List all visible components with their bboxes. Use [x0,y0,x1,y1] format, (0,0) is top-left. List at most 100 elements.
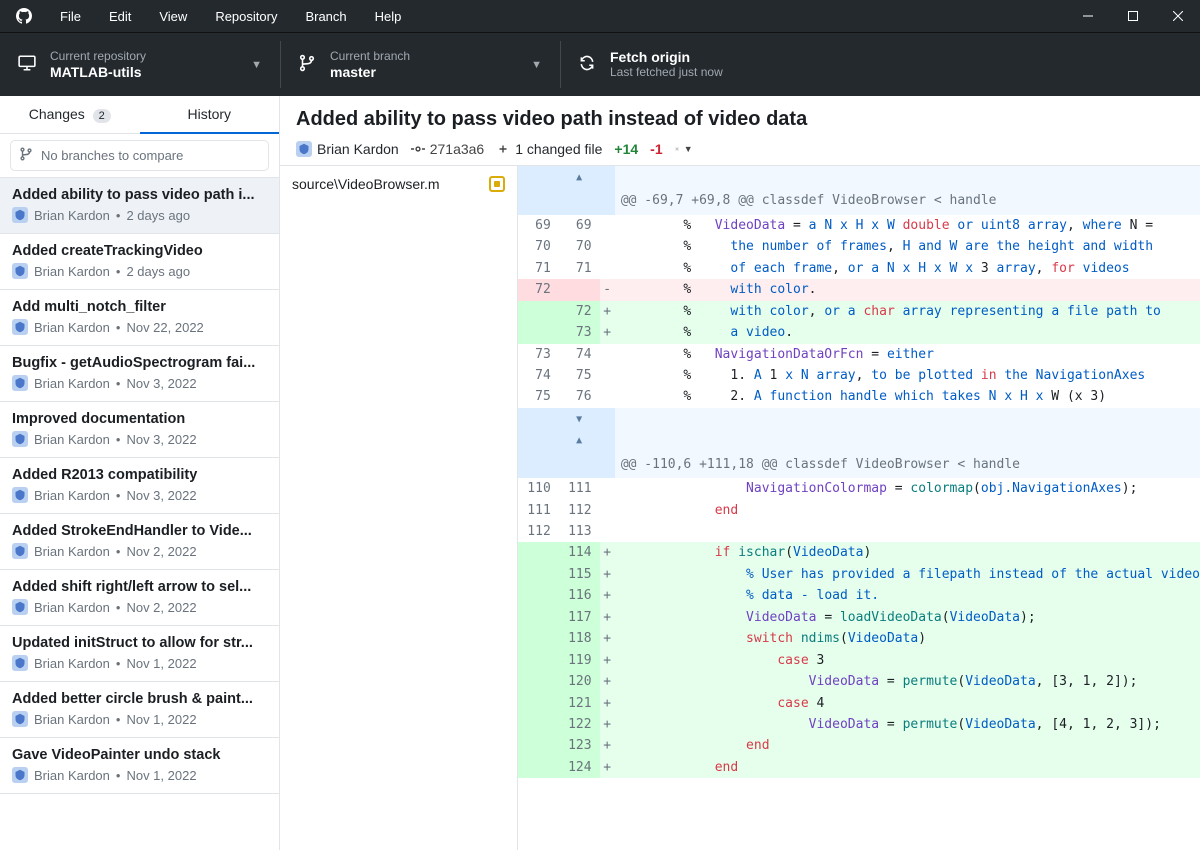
diff-code-line: % of each frame, or a N x H x W x 3 arra… [615,258,1200,279]
old-line-number [518,301,559,322]
commit-list-item[interactable]: Added createTrackingVideoBrian Kardon•2 … [0,234,279,290]
commit-list-item[interactable]: Added R2013 compatibilityBrian Kardon•No… [0,458,279,514]
commit-sha[interactable]: 271a3a6 [411,141,485,157]
commit-item-time: Nov 3, 2022 [126,432,196,447]
new-line-number: 71 [559,258,600,279]
repo-value: MATLAB-utils [50,64,146,80]
new-line-number: 115 [559,564,600,585]
diff-gutter: + [600,628,615,649]
changed-files-text: 1 changed file [515,141,602,157]
modified-icon [489,176,505,192]
maximize-icon[interactable] [1110,0,1155,32]
diff-gutter: + [600,585,615,606]
diff-code-line: % with color, or a char array representi… [615,301,1200,322]
titlebar: File Edit View Repository Branch Help [0,0,1200,32]
commit-item-author: Brian Kardon [34,320,110,335]
diff-gutter: + [600,564,615,585]
diff-settings-button[interactable]: ▼ [675,141,693,157]
tab-history-label: History [187,106,231,122]
diff-code-line: % 2. A function handle which takes N x H… [615,386,1200,407]
file-path: source\VideoBrowser.m [292,176,440,192]
new-line-number: 119 [559,650,600,671]
diff-gutter [600,236,615,257]
diff-gutter: + [600,671,615,692]
old-line-number: 69 [518,215,559,236]
changed-files[interactable]: 1 changed file [496,141,602,157]
commit-author-name: Brian Kardon [317,141,399,157]
menu-repository[interactable]: Repository [203,5,289,28]
changes-count-badge: 2 [93,109,111,123]
avatar [12,319,28,335]
commit-list-item[interactable]: Added shift right/left arrow to sel...Br… [0,570,279,626]
tab-history[interactable]: History [140,96,280,133]
commit-item-title: Added ability to pass video path i... [12,187,267,203]
new-line-number: 121 [559,693,600,714]
old-line-number: 70 [518,236,559,257]
expand-hunk-button[interactable]: ▲ [518,429,1200,450]
diff-gutter: - [600,279,615,300]
new-line-number: 120 [559,671,600,692]
new-line-number: 111 [559,478,600,499]
diff-icon [496,142,510,156]
tab-changes-label: Changes [29,106,85,122]
file-tree-item[interactable]: source\VideoBrowser.m [290,172,507,196]
commit-item-time: Nov 22, 2022 [126,320,203,335]
branch-label: Current branch [330,49,410,65]
sync-icon [578,54,598,75]
commit-list-item[interactable]: Bugfix - getAudioSpectrogram fai...Brian… [0,346,279,402]
new-line-number: 73 [559,322,600,343]
commit-item-author: Brian Kardon [34,432,110,447]
old-line-number: 110 [518,478,559,499]
branch-selector[interactable]: Current branch master ▼ [280,33,560,96]
fetch-origin-button[interactable]: Fetch origin Last fetched just now [560,33,1200,96]
menu-branch[interactable]: Branch [293,5,358,28]
menu-view[interactable]: View [147,5,199,28]
old-line-number [518,693,559,714]
diff-gutter [600,258,615,279]
close-icon[interactable] [1155,0,1200,32]
commit-item-title: Added shift right/left arrow to sel... [12,579,267,595]
diff-code-line: end [615,735,1200,756]
expand-hunk-button[interactable]: ▼ [518,408,1200,429]
repo-selector[interactable]: Current repository MATLAB-utils ▼ [0,33,280,96]
diff-code-line: % data - load it. [615,585,1200,606]
diff-code-line: if ischar(VideoData) [615,542,1200,563]
commit-item-title: Added better circle brush & paint... [12,691,267,707]
menu-help[interactable]: Help [363,5,414,28]
menu-edit[interactable]: Edit [97,5,143,28]
commit-list-item[interactable]: Add multi_notch_filterBrian Kardon•Nov 2… [0,290,279,346]
commit-title: Added ability to pass video path instead… [296,108,1184,131]
diff-gutter [600,500,615,521]
tab-changes[interactable]: Changes 2 [0,96,140,133]
diff-code-line: VideoData = permute(VideoData, [3, 1, 2]… [615,671,1200,692]
fetch-subtitle: Last fetched just now [610,65,723,81]
new-line-number: 69 [559,215,600,236]
commit-list-item[interactable]: Added better circle brush & paint...Bria… [0,682,279,738]
old-line-number: 73 [518,344,559,365]
old-line-number [518,322,559,343]
compare-branch-selector[interactable]: No branches to compare [10,140,269,171]
avatar [12,431,28,447]
minimize-icon[interactable] [1065,0,1110,32]
commit-item-title: Gave VideoPainter undo stack [12,747,267,763]
commit-list-item[interactable]: Added StrokeEndHandler to Vide...Brian K… [0,514,279,570]
commit-item-time: Nov 1, 2022 [126,768,196,783]
commit-item-time: Nov 3, 2022 [126,488,196,503]
old-line-number: 75 [518,386,559,407]
commit-list: Added ability to pass video path i... Bri… [0,178,279,794]
old-line-number [518,735,559,756]
commit-item-time: Nov 1, 2022 [126,656,196,671]
commit-item-title: Add multi_notch_filter [12,299,267,315]
commit-list-item[interactable]: Gave VideoPainter undo stackBrian Kardon… [0,738,279,794]
diff-code-line: % NavigationDataOrFcn = either [615,344,1200,365]
diff-code-line: % 1. A 1 x N array, to be plotted in the… [615,365,1200,386]
commit-item-time: 2 days ago [126,208,190,223]
avatar [12,711,28,727]
commit-list-item[interactable]: Improved documentationBrian Kardon•Nov 3… [0,402,279,458]
expand-hunk-button[interactable]: ▲ [518,166,1200,187]
chevron-down-icon: ▼ [521,59,542,71]
commit-list-item[interactable]: Updated initStruct to allow for str...Br… [0,626,279,682]
repo-label: Current repository [50,49,146,65]
commit-list-item[interactable]: Added ability to pass video path i...Bri… [0,178,279,234]
menu-file[interactable]: File [48,5,93,28]
